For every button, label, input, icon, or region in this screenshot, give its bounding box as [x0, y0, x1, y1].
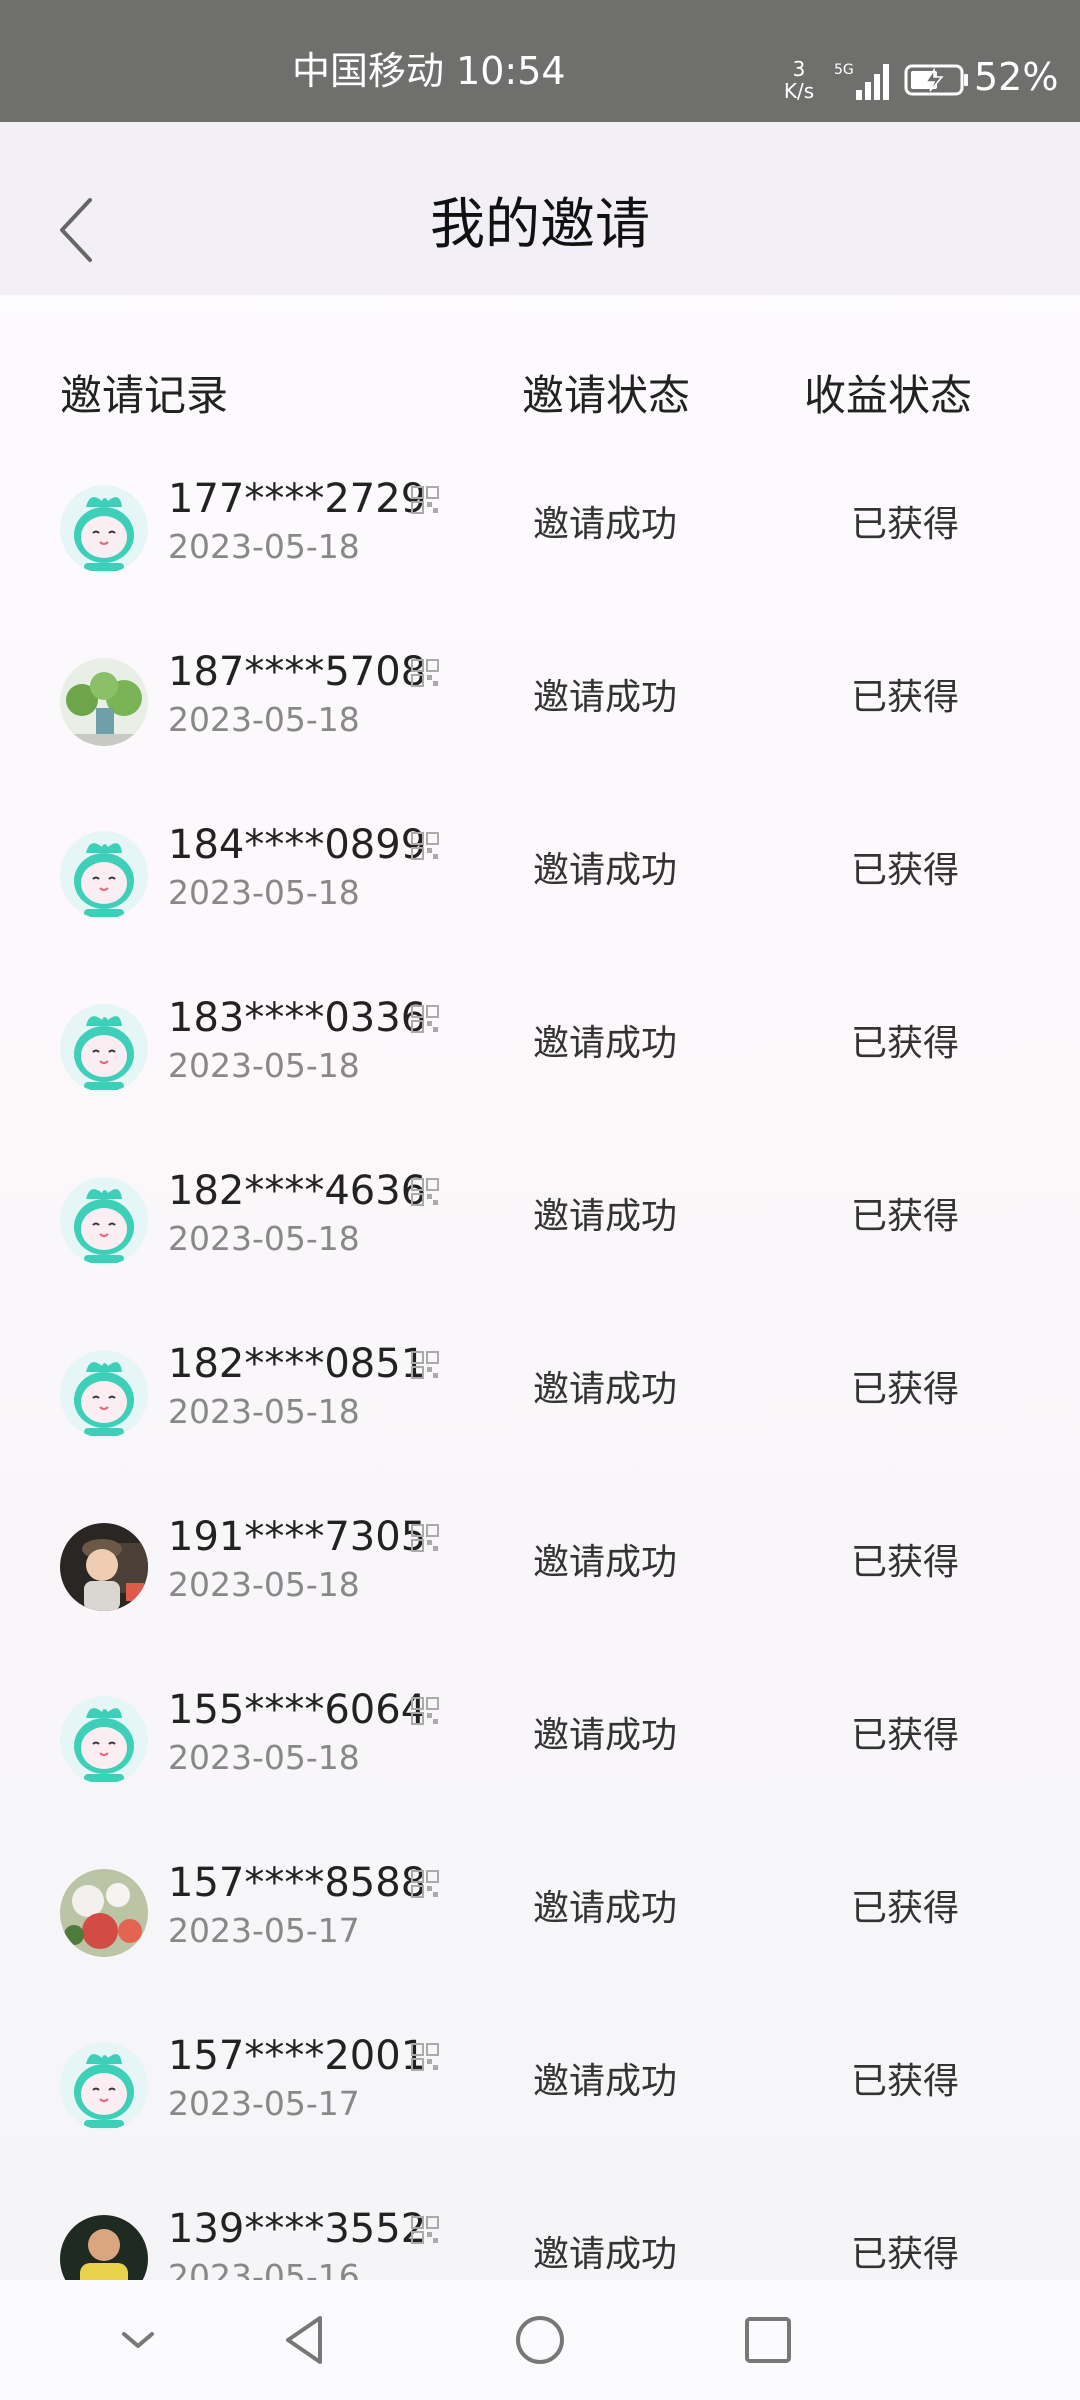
phone-number: 191****7305: [168, 1514, 427, 1560]
column-header-earn-status: 收益状态: [804, 371, 973, 420]
earn-status: 已获得: [850, 1715, 959, 1756]
earn-status: 已获得: [850, 1196, 959, 1237]
phone-number: 177****2729: [168, 476, 427, 522]
list-item[interactable]: 184****0899 2023-05-18 邀请成功 已获得: [0, 825, 1080, 1004]
invite-status: 邀请成功: [532, 1888, 677, 1929]
list-item[interactable]: 191****7305 2023-05-18 邀请成功 已获得: [0, 1517, 1080, 1696]
phone-number: 139****3552: [168, 2206, 427, 2252]
qr-code-icon[interactable]: [410, 831, 440, 861]
invite-status: 邀请成功: [532, 2061, 677, 2102]
phone-number: 157****8588: [168, 1860, 427, 1906]
avatar: [60, 485, 148, 573]
earn-status: 已获得: [850, 1542, 959, 1583]
list-item[interactable]: 183****0336 2023-05-18 邀请成功 已获得: [0, 998, 1080, 1177]
invite-status: 邀请成功: [532, 1542, 677, 1583]
avatar: [60, 1523, 148, 1611]
avatar: [60, 831, 148, 919]
network-speed: 3 K/s: [778, 58, 820, 102]
invite-date: 2023-05-18: [168, 1565, 360, 1604]
list-item[interactable]: 157****8588 2023-05-17 邀请成功 已获得: [0, 1863, 1080, 2042]
chevron-down-icon[interactable]: [108, 2310, 168, 2370]
page-title: 我的邀请: [429, 192, 650, 256]
status-bar: 中国移动 10:54 3 K/s 5G 52%: [0, 0, 1080, 122]
earn-status: 已获得: [850, 1888, 959, 1929]
phone-number: 182****0851: [168, 1341, 427, 1387]
battery-icon: [904, 64, 968, 96]
network-speed-unit: K/s: [783, 79, 815, 103]
triangle-back-icon[interactable]: [276, 2310, 336, 2370]
list-item[interactable]: 182****0851 2023-05-18 邀请成功 已获得: [0, 1344, 1080, 1523]
phone-number: 187****5708: [168, 649, 427, 695]
qr-code-icon[interactable]: [410, 2042, 440, 2072]
system-navigation-bar: [0, 2280, 1080, 2400]
earn-status: 已获得: [850, 1023, 959, 1064]
avatar: [60, 2042, 148, 2130]
signal-label: 5G: [834, 62, 854, 78]
qr-code-icon[interactable]: [410, 1004, 440, 1034]
invite-date: 2023-05-18: [168, 700, 360, 739]
avatar: [60, 1869, 148, 1957]
qr-code-icon[interactable]: [410, 1869, 440, 1899]
avatar: [60, 1350, 148, 1438]
invite-status: 邀请成功: [532, 1023, 677, 1064]
invite-status: 邀请成功: [532, 1715, 677, 1756]
column-header-record: 邀请记录: [60, 371, 229, 420]
circle-home-icon[interactable]: [510, 2310, 570, 2370]
avatar: [60, 1696, 148, 1784]
phone-number: 182****4636: [168, 1168, 427, 1214]
list-item[interactable]: 182****4636 2023-05-18 邀请成功 已获得: [0, 1171, 1080, 1350]
invite-date: 2023-05-17: [168, 2084, 360, 2123]
phone-number: 183****0336: [168, 995, 427, 1041]
list-item[interactable]: 157****2001 2023-05-17 邀请成功 已获得: [0, 2036, 1080, 2215]
invite-status: 邀请成功: [532, 677, 677, 718]
phone-number: 155****6064: [168, 1687, 427, 1733]
square-recents-icon[interactable]: [738, 2310, 798, 2370]
invite-date: 2023-05-17: [168, 1911, 360, 1950]
qr-code-icon[interactable]: [410, 1350, 440, 1380]
phone-number: 157****2001: [168, 2033, 427, 2079]
signal-icon: 5G: [834, 62, 889, 100]
invite-status: 邀请成功: [532, 2234, 677, 2275]
network-speed-value: 3: [792, 57, 806, 81]
earn-status: 已获得: [850, 504, 959, 545]
invite-status: 邀请成功: [532, 850, 677, 891]
qr-code-icon[interactable]: [410, 658, 440, 688]
list-item[interactable]: 155****6064 2023-05-18 邀请成功 已获得: [0, 1690, 1080, 1869]
invite-date: 2023-05-18: [168, 873, 360, 912]
phone-number: 184****0899: [168, 822, 427, 868]
qr-code-icon[interactable]: [410, 1523, 440, 1553]
qr-code-icon[interactable]: [410, 2215, 440, 2245]
list-item[interactable]: 177****2729 2023-05-18 邀请成功 已获得: [0, 479, 1080, 658]
qr-code-icon[interactable]: [410, 1696, 440, 1726]
invite-status: 邀请成功: [532, 504, 677, 545]
qr-code-icon[interactable]: [410, 1177, 440, 1207]
avatar: [60, 1177, 148, 1265]
invite-date: 2023-05-18: [168, 527, 360, 566]
earn-status: 已获得: [850, 677, 959, 718]
avatar: [60, 658, 148, 746]
list-item[interactable]: 187****5708 2023-05-18 邀请成功 已获得: [0, 652, 1080, 831]
qr-code-icon[interactable]: [410, 485, 440, 515]
invite-status: 邀请成功: [532, 1369, 677, 1410]
column-header-invite-status: 邀请状态: [522, 371, 691, 420]
page-header: 我的邀请: [0, 122, 1080, 295]
battery-percent: 52%: [974, 55, 1059, 99]
invite-date: 2023-05-18: [168, 1392, 360, 1431]
avatar: [60, 1004, 148, 1092]
invite-status: 邀请成功: [532, 1196, 677, 1237]
invite-date: 2023-05-18: [168, 1046, 360, 1085]
earn-status: 已获得: [850, 850, 959, 891]
invite-date: 2023-05-18: [168, 1219, 360, 1258]
earn-status: 已获得: [850, 2061, 959, 2102]
invite-date: 2023-05-18: [168, 1738, 360, 1777]
earn-status: 已获得: [850, 1369, 959, 1410]
carrier-time: 中国移动 10:54: [292, 49, 566, 93]
earn-status: 已获得: [850, 2234, 959, 2275]
